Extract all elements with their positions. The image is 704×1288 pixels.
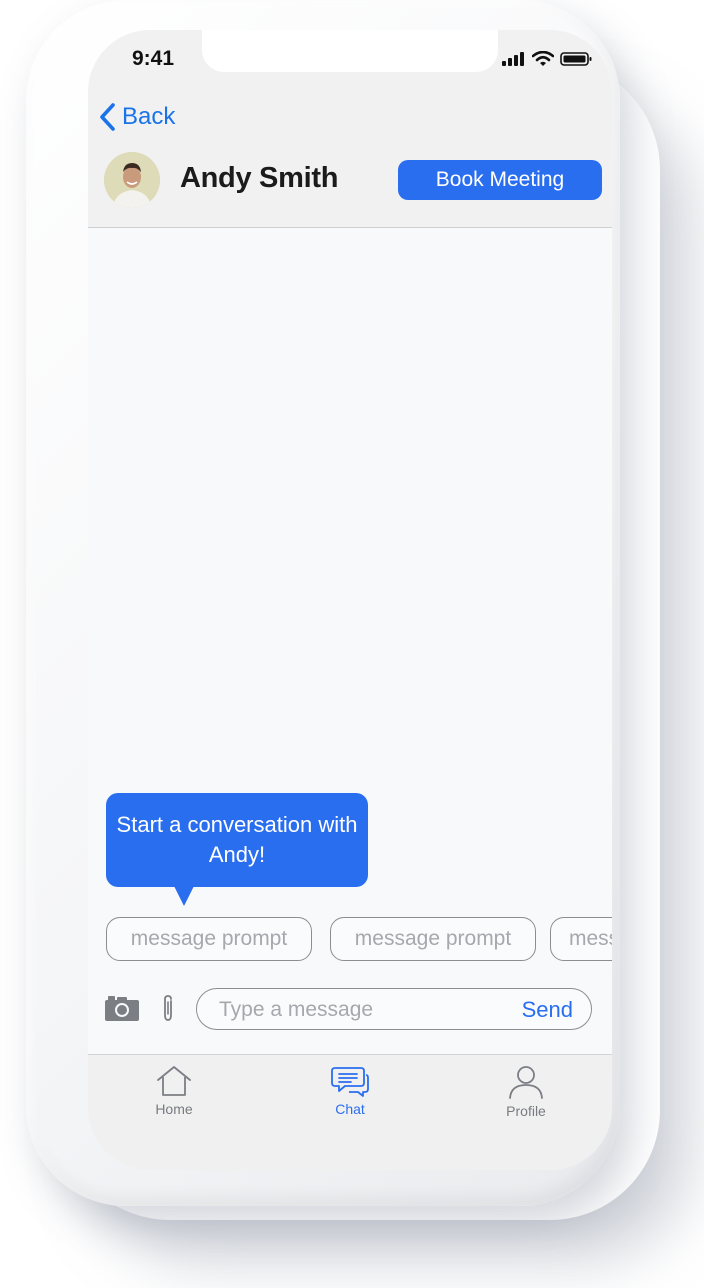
device-notch <box>202 30 498 72</box>
contact-name: Andy Smith <box>180 162 339 194</box>
send-button[interactable]: Send <box>522 997 573 1023</box>
status-time: 9:41 <box>132 47 175 70</box>
tab-label: Profile <box>506 1103 546 1119</box>
message-prompts: message prompt message prompt message pr… <box>106 917 612 965</box>
back-label: Back <box>122 103 176 130</box>
message-prompt-chip[interactable]: message prompt <box>550 917 612 961</box>
chevron-left-icon <box>100 103 115 131</box>
wifi-icon <box>532 51 554 66</box>
message-prompt-chip[interactable]: message prompt <box>330 917 536 961</box>
chat-icon <box>331 1067 369 1097</box>
status-icons <box>502 50 592 68</box>
chat-header: 9:41 Back Andy Smith Book Meeting <box>88 30 612 228</box>
app-screen: 9:41 Back Andy Smith Book Meeting Start … <box>88 30 612 1170</box>
cellular-signal-icon <box>502 52 524 66</box>
battery-icon <box>560 52 592 66</box>
attach-button[interactable] <box>160 993 176 1028</box>
home-icon <box>157 1066 191 1096</box>
profile-icon <box>509 1066 543 1099</box>
tab-profile[interactable]: Profile <box>466 1065 586 1119</box>
tab-chat[interactable]: Chat <box>290 1065 410 1117</box>
camera-icon <box>105 996 139 1021</box>
tab-home[interactable]: Home <box>114 1065 234 1117</box>
bubble-tail <box>174 886 194 906</box>
tab-label: Home <box>155 1101 193 1117</box>
back-button[interactable]: Back <box>98 102 175 132</box>
camera-button[interactable] <box>104 994 140 1027</box>
message-input[interactable] <box>217 989 501 1031</box>
tab-bar: Home Chat Profile <box>88 1054 612 1170</box>
person-photo-icon <box>104 152 160 208</box>
message-composer: Send <box>196 988 592 1031</box>
book-meeting-button[interactable]: Book Meeting <box>398 160 602 200</box>
avatar[interactable] <box>104 152 160 208</box>
phone-frame: 9:41 Back Andy Smith Book Meeting Start … <box>26 0 620 1206</box>
tab-label: Chat <box>335 1101 365 1117</box>
message-prompt-chip[interactable]: message prompt <box>106 917 312 961</box>
paperclip-icon <box>164 995 172 1021</box>
welcome-bubble: Start a conversation with Andy! <box>106 793 368 887</box>
